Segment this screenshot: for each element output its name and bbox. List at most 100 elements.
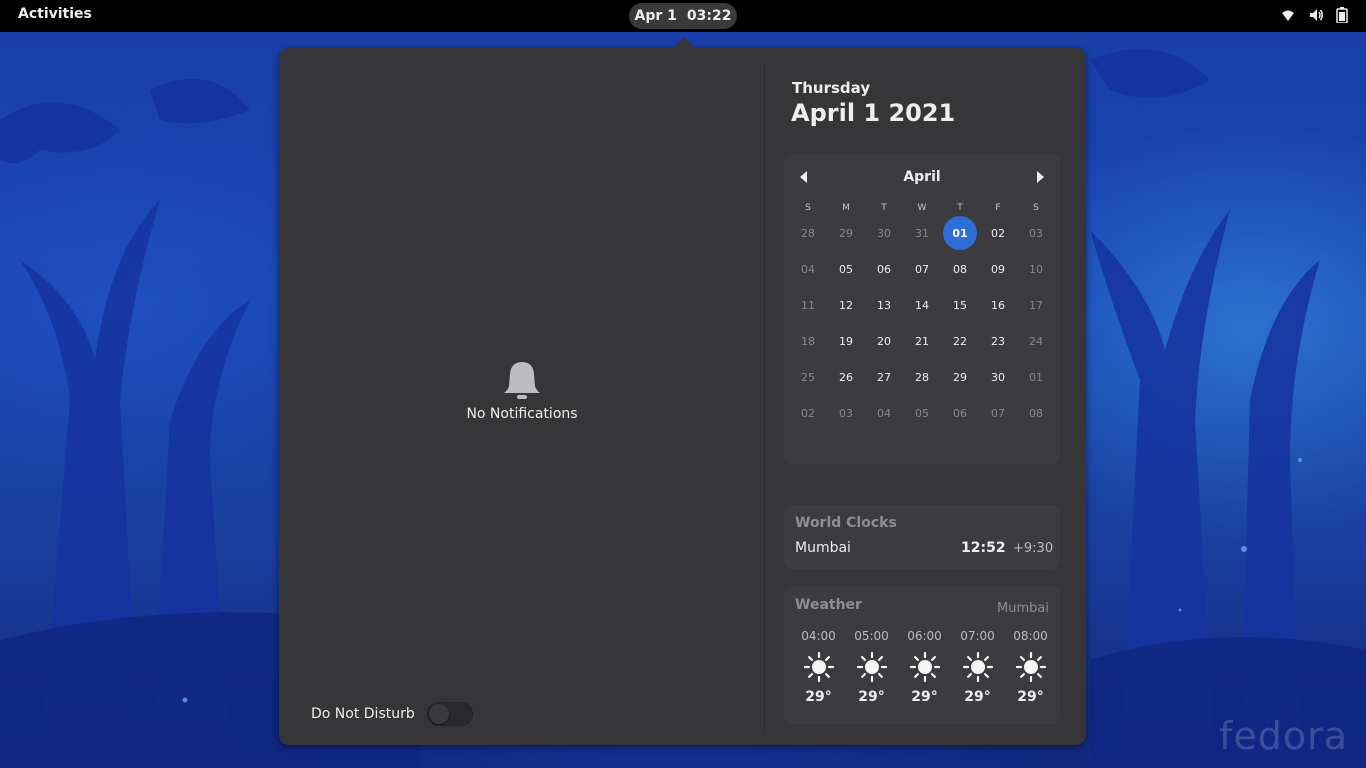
calendar-day[interactable]: 05	[903, 396, 941, 430]
forecast-item: 08:00 29°	[1004, 629, 1057, 705]
calendar-day-number: 22	[953, 334, 967, 348]
full-date-label[interactable]: April 1 2021	[791, 99, 955, 127]
clock-date: Apr 1	[634, 8, 677, 24]
calendar-week-row: 18 19 20 21 22 23 24	[789, 323, 1055, 359]
forecast-item: 07:00 29°	[951, 629, 1004, 705]
calendar-day-number: 09	[991, 262, 1005, 276]
weather-card[interactable]: Weather Mumbai 04:00 29° 05:00 29° 06:00 29° 0…	[784, 587, 1060, 724]
calendar-day[interactable]: 16	[979, 288, 1017, 322]
calendar-day-number: 19	[839, 334, 853, 348]
forecast-temperature: 29°	[1017, 689, 1044, 705]
calendar-day[interactable]: 04	[789, 252, 827, 286]
calendar-day-number: 08	[953, 262, 967, 276]
bell-icon	[504, 362, 540, 399]
calendar-day[interactable]: 27	[865, 360, 903, 394]
next-month-button[interactable]	[1030, 167, 1050, 187]
world-clock-city: Mumbai	[795, 540, 851, 556]
calendar-day[interactable]: 03	[827, 396, 865, 430]
weekday-header: M	[842, 203, 850, 213]
calendar-day[interactable]: 06	[941, 396, 979, 430]
calendar-grid: S M T W T F S 28 29 30 31 01 02 03 04 05 06 07 08 09 10 11 12…	[789, 203, 1055, 431]
calendar-day[interactable]: 30	[979, 360, 1017, 394]
calendar-day-number: 08	[1029, 406, 1043, 420]
calendar-day[interactable]: 24	[1017, 324, 1055, 358]
weekday-header: S	[1033, 203, 1039, 213]
weekday-label[interactable]: Thursday	[792, 79, 870, 97]
calendar-day[interactable]: 30	[865, 216, 903, 250]
forecast-time: 06:00	[907, 629, 942, 643]
calendar-day[interactable]: 12	[827, 288, 865, 322]
calendar-day[interactable]: 08	[1017, 396, 1055, 430]
chevron-right-icon	[1037, 171, 1044, 183]
forecast-item: 06:00 29°	[898, 629, 951, 705]
forecast-time: 07:00	[960, 629, 995, 643]
clock-button[interactable]: Apr 1 03:22	[629, 3, 737, 29]
calendar-day[interactable]: 13	[865, 288, 903, 322]
calendar-day-number: 07	[991, 406, 1005, 420]
world-clocks-card[interactable]: World Clocks Mumbai 12:52 +9:30	[784, 505, 1060, 569]
sun-icon	[951, 649, 1004, 685]
dnd-toggle[interactable]	[426, 702, 473, 726]
world-clocks-title: World Clocks	[795, 515, 897, 531]
calendar-day[interactable]: 29	[827, 216, 865, 250]
calendar-day[interactable]: 02	[979, 216, 1017, 250]
forecast-item: 05:00 29°	[845, 629, 898, 705]
forecast-time: 08:00	[1013, 629, 1048, 643]
calendar: April S M T W T F S 28 29 30 31 01 02 03 04 05 06 07 08 09…	[784, 155, 1060, 464]
wifi-icon	[1282, 10, 1294, 21]
calendar-day[interactable]: 22	[941, 324, 979, 358]
weekday-header: T	[957, 203, 963, 213]
calendar-day[interactable]: 09	[979, 252, 1017, 286]
activities-button[interactable]: Activities	[18, 6, 92, 22]
calendar-day-number: 11	[801, 298, 815, 312]
calendar-day[interactable]: 31	[903, 216, 941, 250]
sun-icon	[898, 649, 951, 685]
calendar-day[interactable]: 15	[941, 288, 979, 322]
calendar-day[interactable]: 25	[789, 360, 827, 394]
calendar-day[interactable]: 17	[1017, 288, 1055, 322]
calendar-day[interactable]: 02	[789, 396, 827, 430]
calendar-day-number: 03	[1029, 226, 1043, 240]
calendar-day[interactable]: 06	[865, 252, 903, 286]
calendar-day[interactable]: 05	[827, 252, 865, 286]
calendar-day[interactable]: 18	[789, 324, 827, 358]
calendar-day-number: 25	[801, 370, 815, 384]
calendar-day-number: 17	[1029, 298, 1043, 312]
calendar-day[interactable]: 03	[1017, 216, 1055, 250]
calendar-day[interactable]: 14	[903, 288, 941, 322]
calendar-day[interactable]: 21	[903, 324, 941, 358]
calendar-day[interactable]: 11	[789, 288, 827, 322]
weather-title: Weather	[795, 597, 862, 613]
calendar-week-row: 04 05 06 07 08 09 10	[789, 251, 1055, 287]
weekday-header: F	[995, 203, 1001, 213]
calendar-day-number: 05	[839, 262, 853, 276]
top-bar: Activities Apr 1 03:22	[0, 0, 1366, 32]
system-tray[interactable]	[1280, 7, 1348, 23]
no-notifications-label: No Notifications	[466, 406, 578, 422]
forecast-temperature: 29°	[858, 689, 885, 705]
calendar-week-row: 11 12 13 14 15 16 17	[789, 287, 1055, 323]
world-clock-offset: +9:30	[1013, 541, 1054, 556]
calendar-day-number: 07	[915, 262, 929, 276]
calendar-day[interactable]: 19	[827, 324, 865, 358]
calendar-day[interactable]: 20	[865, 324, 903, 358]
world-clock-time: 12:52	[961, 540, 1006, 556]
calendar-day-number: 02	[991, 226, 1005, 240]
calendar-day[interactable]: 28	[789, 216, 827, 250]
calendar-day[interactable]: 28	[903, 360, 941, 394]
calendar-day-today[interactable]: 01	[941, 216, 979, 250]
calendar-day-number: 24	[1029, 334, 1043, 348]
calendar-day[interactable]: 10	[1017, 252, 1055, 286]
calendar-day[interactable]: 04	[865, 396, 903, 430]
calendar-day[interactable]: 29	[941, 360, 979, 394]
calendar-day[interactable]: 01	[1017, 360, 1055, 394]
calendar-day[interactable]: 23	[979, 324, 1017, 358]
calendar-day-number: 16	[991, 298, 1005, 312]
calendar-day-number: 26	[839, 370, 853, 384]
calendar-day[interactable]: 07	[979, 396, 1017, 430]
calendar-day-number: 27	[877, 370, 891, 384]
calendar-day-number: 29	[839, 226, 853, 240]
calendar-day[interactable]: 08	[941, 252, 979, 286]
calendar-day[interactable]: 26	[827, 360, 865, 394]
calendar-day[interactable]: 07	[903, 252, 941, 286]
